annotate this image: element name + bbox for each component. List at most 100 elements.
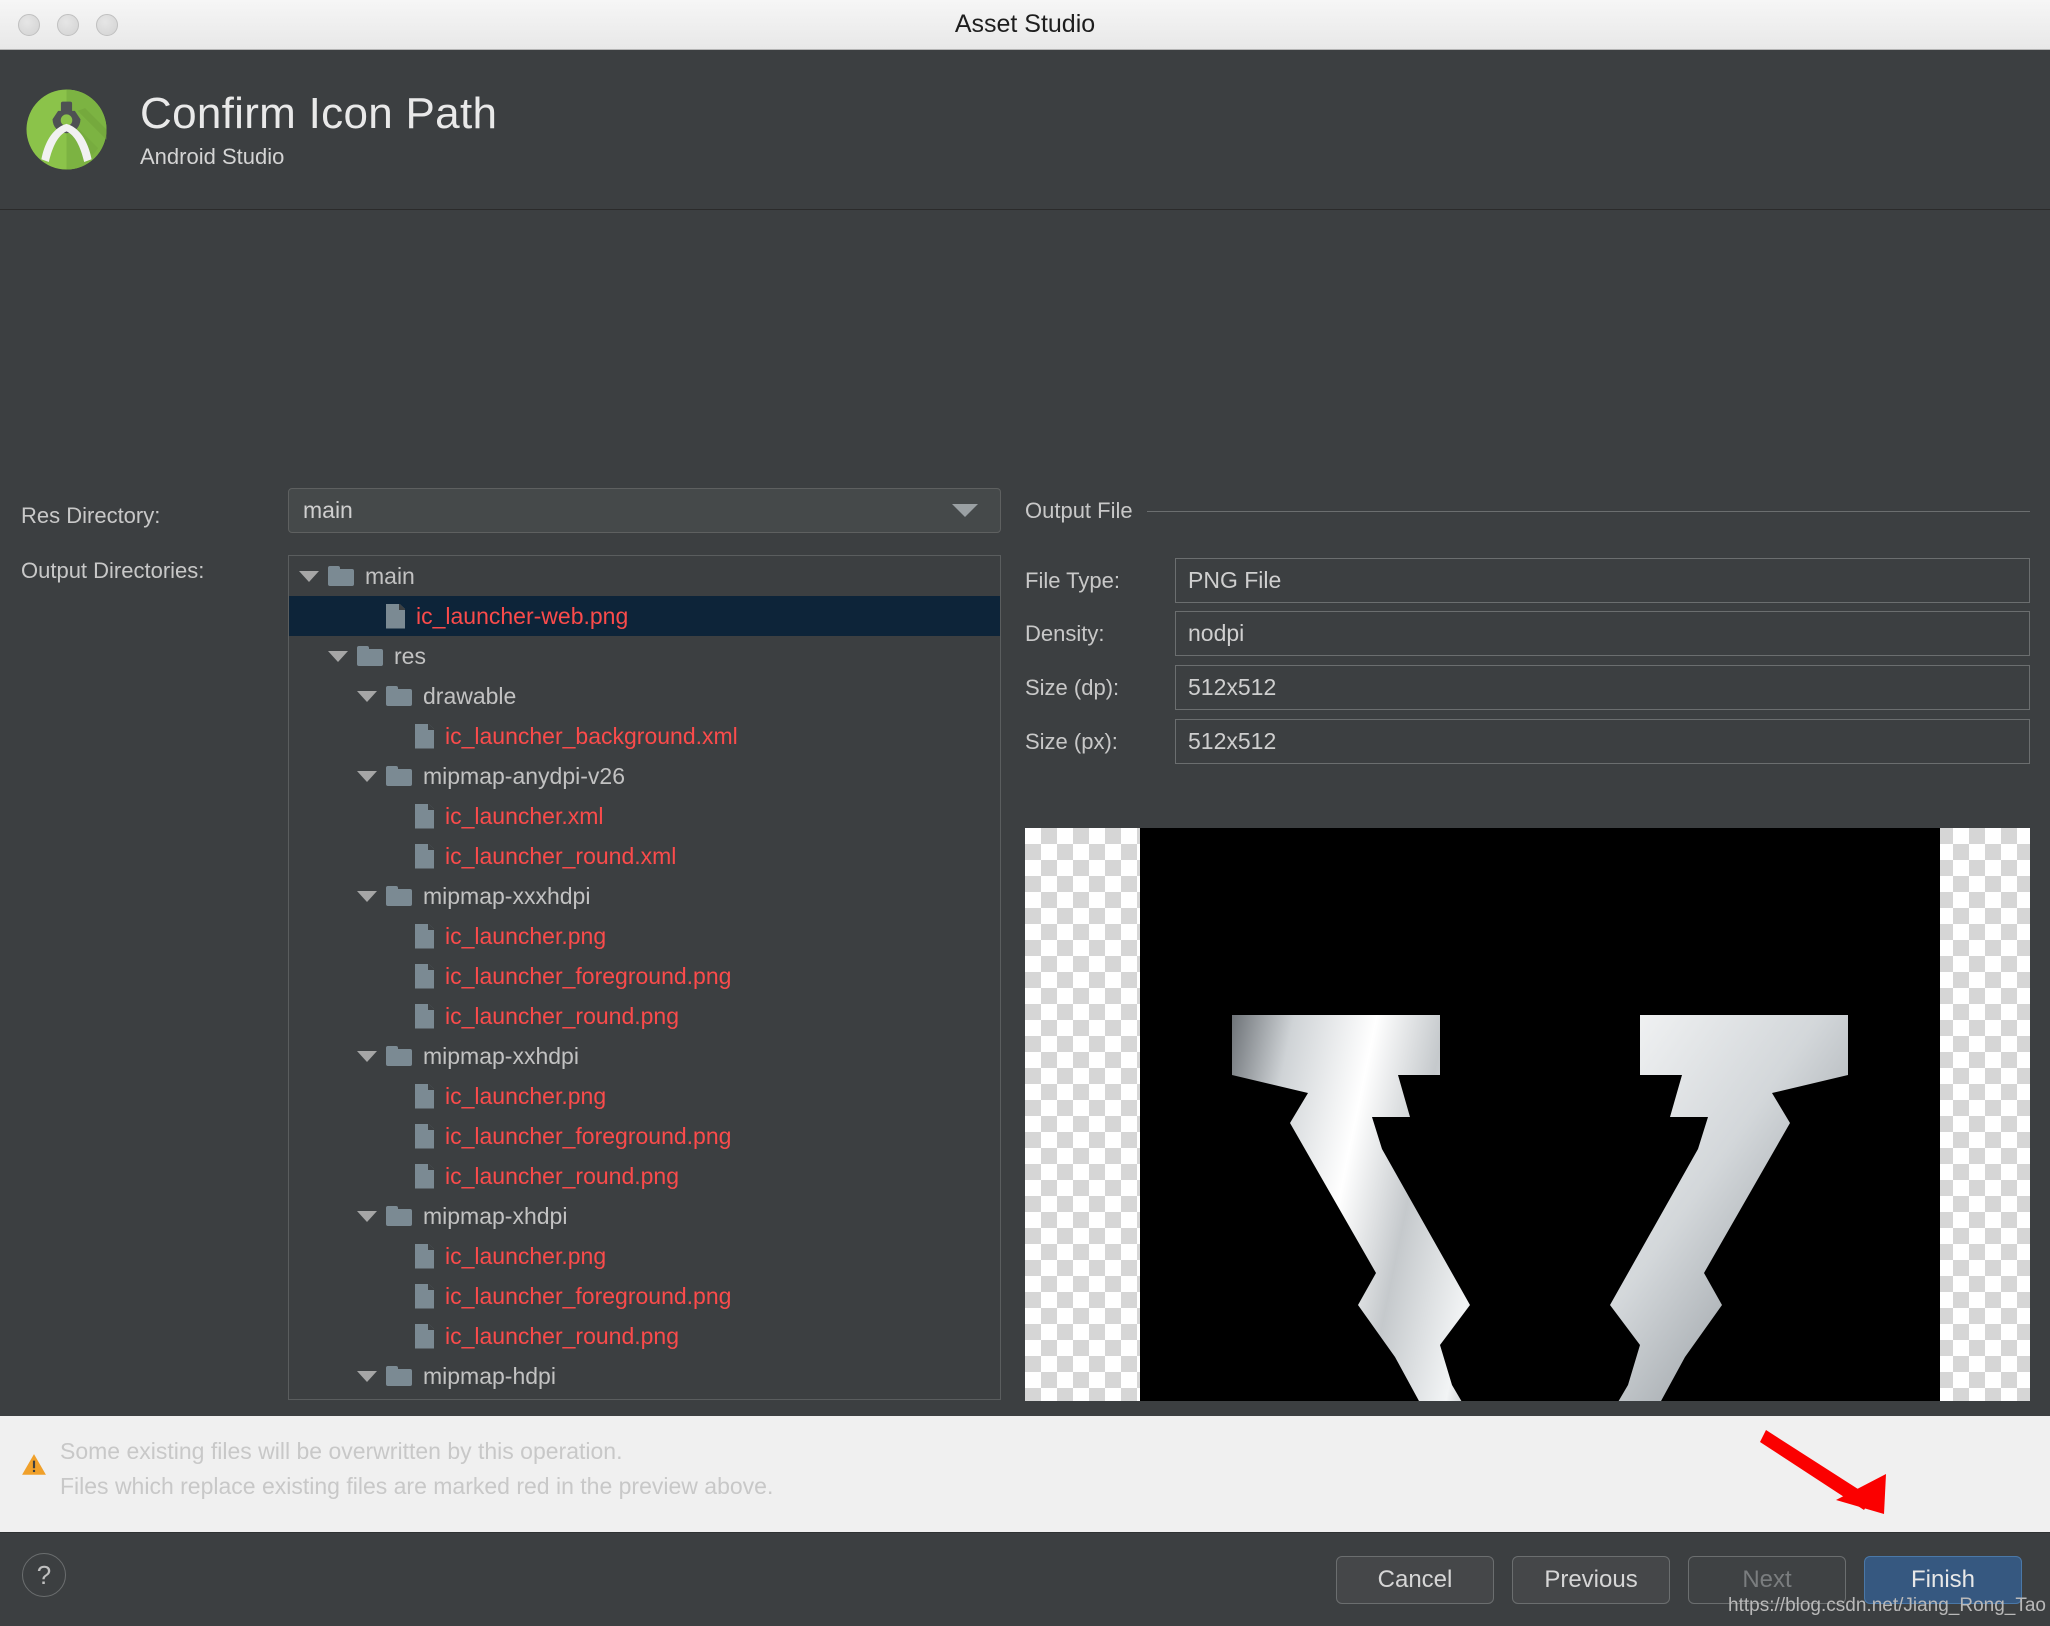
overwrite-warning: Some existing files will be overwritten … xyxy=(21,1436,773,1502)
group-divider xyxy=(1146,510,2030,512)
tree-row[interactable]: ic_launcher_round.png xyxy=(289,996,1000,1036)
output-field-label: Density: xyxy=(1025,620,1105,646)
tree-row[interactable]: mipmap-xxhdpi xyxy=(289,1036,1000,1076)
tree-expand-toggle-icon[interactable] xyxy=(357,690,377,702)
folder-icon xyxy=(328,566,354,586)
window-title: Asset Studio xyxy=(954,10,1096,38)
output-field-row: Size (px): 512x512 xyxy=(1025,719,2030,764)
tree-node-label: ic_launcher.png xyxy=(445,922,607,949)
warning-triangle-icon xyxy=(21,1452,47,1478)
tree-row[interactable]: ic_launcher_foreground.png xyxy=(289,956,1000,996)
wizard-body: Res Directory: Output Directories: main … xyxy=(0,210,2050,1626)
tree-node-label: ic_launcher_foreground.png xyxy=(445,962,732,989)
tree-node-label: ic_launcher_round.png xyxy=(445,1002,680,1029)
tree-row[interactable]: ic_launcher-web.png xyxy=(289,596,1000,636)
tree-node-label: mipmap-xxxhdpi xyxy=(423,882,591,909)
tree-expand-toggle-icon[interactable] xyxy=(357,1050,377,1062)
tree-row[interactable]: ic_launcher.png xyxy=(289,1236,1000,1276)
output-directories-tree[interactable]: main ic_launcher-web.pngres drawable ic_lau… xyxy=(288,555,1001,1400)
tree-expand-toggle-icon[interactable] xyxy=(357,770,377,782)
file-icon xyxy=(386,603,405,629)
tree-expand-toggle-icon[interactable] xyxy=(357,1210,377,1222)
folder-icon xyxy=(386,1366,412,1386)
tree-node-label: ic_launcher_foreground.png xyxy=(445,1282,732,1309)
file-icon xyxy=(415,1283,434,1309)
folder-icon xyxy=(386,1206,412,1226)
tree-node-label: mipmap-anydpi-v26 xyxy=(423,762,625,789)
tree-node-label: ic_launcher_round.xml xyxy=(445,842,677,869)
file-icon xyxy=(415,723,434,749)
output-field-value-box: 512x512 xyxy=(1175,665,2030,710)
output-field-value: PNG File xyxy=(1188,567,1282,593)
file-icon xyxy=(415,803,434,829)
folder-icon xyxy=(386,686,412,706)
asset-studio-window: Asset Studio Confirm Icon Path Android S… xyxy=(0,0,2050,1626)
output-field-row: Density: nodpi xyxy=(1025,611,2030,656)
tree-row[interactable]: drawable xyxy=(289,676,1000,716)
output-file-group-header: Output File xyxy=(1025,498,2030,524)
output-field-value: 512x512 xyxy=(1188,674,1277,700)
tree-row[interactable]: mipmap-xxxhdpi xyxy=(289,876,1000,916)
watermark-text: https://blog.csdn.net/Jiang_Rong_Tao xyxy=(1728,1595,2046,1616)
file-icon xyxy=(415,1243,434,1269)
tree-row[interactable]: ic_launcher_round.png xyxy=(289,1156,1000,1196)
tree-row[interactable]: mipmap-anydpi-v26 xyxy=(289,756,1000,796)
tree-node-label: ic_launcher_round.png xyxy=(445,1322,680,1349)
tree-expand-toggle-icon[interactable] xyxy=(328,650,348,662)
file-icon xyxy=(415,1163,434,1189)
file-icon xyxy=(415,923,434,949)
icon-preview xyxy=(1025,828,2030,1401)
output-field-row: File Type: PNG File xyxy=(1025,558,2030,603)
output-field-value: nodpi xyxy=(1188,620,1245,646)
output-field-value: 512x512 xyxy=(1188,728,1277,754)
chevron-down-icon xyxy=(952,504,978,517)
res-directory-value: main xyxy=(303,497,353,523)
android-studio-logo-icon xyxy=(20,83,113,176)
tree-node-label: ic_launcher.png xyxy=(445,1082,607,1109)
output-field-value-box: nodpi xyxy=(1175,611,2030,656)
tree-row[interactable]: mipmap-xhdpi xyxy=(289,1196,1000,1236)
output-field-value-box: 512x512 xyxy=(1175,719,2030,764)
file-icon xyxy=(415,1003,434,1029)
res-directory-select[interactable]: main xyxy=(288,488,1001,533)
previous-button[interactable]: Previous xyxy=(1512,1556,1670,1604)
tree-expand-toggle-icon[interactable] xyxy=(357,1370,377,1382)
output-field-label: Size (px): xyxy=(1025,728,1118,754)
cancel-button[interactable]: Cancel xyxy=(1336,1556,1494,1604)
file-icon xyxy=(415,1083,434,1109)
tree-expand-toggle-icon[interactable] xyxy=(357,890,377,902)
output-field-label: Size (dp): xyxy=(1025,674,1120,700)
folder-icon xyxy=(386,1046,412,1066)
tree-expand-toggle-icon[interactable] xyxy=(299,570,319,582)
wizard-header-text: Confirm Icon Path Android Studio xyxy=(140,88,498,170)
tree-row[interactable]: ic_launcher_background.xml xyxy=(289,716,1000,756)
file-icon xyxy=(415,843,434,869)
page-title: Confirm Icon Path xyxy=(140,88,498,138)
tree-node-label: ic_launcher.png xyxy=(445,1242,607,1269)
tree-row[interactable]: ic_launcher_round.xml xyxy=(289,836,1000,876)
res-directory-label: Res Directory: xyxy=(21,503,161,528)
tree-row[interactable]: ic_launcher_foreground.png xyxy=(289,1116,1000,1156)
wizard-header: Confirm Icon Path Android Studio xyxy=(0,50,2050,210)
output-file-group-title: Output File xyxy=(1025,498,1133,523)
tree-row[interactable]: ic_launcher.png xyxy=(289,1076,1000,1116)
tree-node-label: ic_launcher_foreground.png xyxy=(445,1122,732,1149)
tree-row[interactable]: mipmap-hdpi xyxy=(289,1356,1000,1396)
file-icon xyxy=(415,963,434,989)
tree-node-label: mipmap-xhdpi xyxy=(423,1202,568,1229)
tree-node-label: ic_launcher_round.png xyxy=(445,1162,680,1189)
annotation-arrow-icon xyxy=(1760,1422,1990,1532)
tree-node-label: drawable xyxy=(423,682,517,709)
tree-row[interactable]: res xyxy=(289,636,1000,676)
tree-node-label: ic_launcher-web.png xyxy=(416,602,629,629)
help-button[interactable]: ? xyxy=(22,1553,66,1597)
tree-row[interactable]: ic_launcher_foreground.png xyxy=(289,1276,1000,1316)
page-subtitle: Android Studio xyxy=(140,144,285,170)
output-field-row: Size (dp): 512x512 xyxy=(1025,665,2030,710)
tree-row[interactable]: ic_launcher.png xyxy=(289,916,1000,956)
tree-row[interactable]: ic_launcher_round.png xyxy=(289,1316,1000,1356)
tree-row[interactable]: ic_launcher.xml xyxy=(289,796,1000,836)
tree-row[interactable]: main xyxy=(289,556,1000,596)
file-icon xyxy=(415,1323,434,1349)
output-directories-label: Output Directories: xyxy=(21,558,205,583)
